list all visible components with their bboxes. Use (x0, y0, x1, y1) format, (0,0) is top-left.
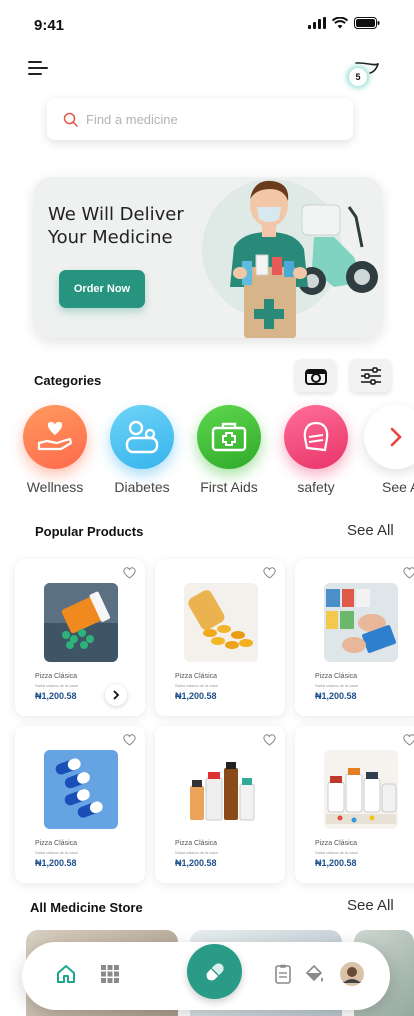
heart-icon[interactable] (263, 567, 276, 579)
product-name: Pizza Clásica (35, 840, 78, 847)
diabetes-icon (125, 420, 159, 454)
safety-mask-icon (303, 421, 329, 452)
status-time: 9:41 (34, 17, 65, 34)
delivery-illustration (202, 179, 378, 338)
product-name: Pizza Clásica (35, 673, 78, 680)
status-bar: 9:41 (0, 0, 414, 50)
product-card[interactable]: Pizza Clásica Salsa clásica de la casa ₦… (15, 559, 145, 716)
product-subtitle: Salsa clásica de la casa (175, 850, 218, 855)
popular-see-all-link[interactable]: See All (347, 522, 394, 539)
menu-icon[interactable] (28, 60, 52, 78)
category-label: Wellness (26, 479, 84, 495)
popular-products-title: Popular Products (35, 524, 144, 539)
product-price: ₦1,200.58 (175, 691, 217, 701)
product-subtitle: Salsa clásica de la casa (175, 683, 218, 688)
product-price: ₦1,200.58 (315, 858, 357, 868)
camera-icon (304, 368, 327, 385)
category-diabetes[interactable]: Diabetes (107, 405, 177, 495)
battery-icon (354, 17, 380, 29)
wifi-icon (332, 17, 348, 29)
all-medicine-store-title: All Medicine Store (30, 900, 143, 915)
product-subtitle: Salsa clásica de la casa (35, 850, 78, 855)
banner-title-line2: Your Medicine (48, 227, 173, 248)
camera-button[interactable] (295, 359, 336, 392)
product-subtitle: Salsa clásica de la casa (315, 850, 358, 855)
medicine-bottles-image (184, 750, 258, 829)
product-open-button[interactable] (105, 684, 127, 706)
category-label: safety (297, 479, 335, 495)
signal-icon (308, 17, 326, 29)
product-price: ₦1,200.58 (35, 691, 77, 701)
pill-bottle-image (44, 583, 118, 662)
chevron-right-icon (113, 690, 120, 700)
product-name: Pizza Clásica (315, 673, 358, 680)
search-input[interactable]: Find a medicine (86, 112, 178, 127)
category-label: Diabetes (114, 479, 170, 495)
pill-icon (205, 962, 224, 981)
heart-icon[interactable] (123, 567, 136, 579)
blue-capsules-image (44, 750, 118, 829)
heart-icon[interactable] (403, 734, 414, 746)
chevron-right-icon (390, 427, 402, 447)
search-bar[interactable]: Find a medicine (47, 98, 353, 140)
cart-count-badge: 5 (349, 68, 367, 86)
home-icon[interactable] (56, 964, 76, 984)
product-card[interactable]: Pizza Clásica Salsa clásica de la casa ₦… (295, 726, 414, 883)
product-price: ₦1,200.58 (175, 858, 217, 868)
heart-icon[interactable] (123, 734, 136, 746)
order-now-button[interactable]: Order Now (59, 270, 145, 308)
product-card[interactable]: Pizza Clásica Salsa clásica de la casa ₦… (155, 559, 285, 716)
status-icons (308, 17, 380, 29)
product-subtitle: Salsa clásica de la casa (315, 683, 358, 688)
product-card[interactable]: Pizza Clásica Salsa clásica de la casa ₦… (155, 726, 285, 883)
product-name: Pizza Clásica (315, 840, 358, 847)
category-safety[interactable]: safety (281, 405, 351, 495)
category-see-all[interactable]: See All (364, 405, 414, 495)
product-card[interactable]: Pizza Clásica Salsa clásica de la casa ₦… (295, 559, 414, 716)
categories-title: Categories (34, 373, 102, 388)
stores-see-all-link[interactable]: See All (347, 897, 394, 914)
promo-banner: We Will Deliver Your Medicine Order Now (34, 177, 382, 338)
fish-oil-capsules-image (184, 583, 258, 662)
product-subtitle: Salsa clásica de la casa (35, 683, 78, 688)
category-label: First Aids (200, 479, 258, 495)
home-screen: 9:41 5 Find a medicine We Will Deliver Y… (0, 0, 414, 1016)
product-price: ₦1,200.58 (35, 858, 77, 868)
sliders-icon (360, 366, 381, 385)
filter-button[interactable] (350, 359, 391, 392)
pharmacy-shelf-image (324, 583, 398, 662)
banner-title-line1: We Will Deliver (48, 204, 184, 225)
heart-icon[interactable] (403, 567, 414, 579)
hand-heart-icon (37, 421, 73, 451)
supplement-bottles-image (324, 750, 398, 829)
paint-bucket-icon[interactable] (304, 964, 324, 984)
search-icon (63, 112, 78, 127)
first-aid-kit-icon (211, 422, 247, 452)
document-icon[interactable] (274, 964, 292, 984)
grid-icon[interactable] (100, 964, 120, 984)
product-name: Pizza Clásica (175, 840, 218, 847)
product-name: Pizza Clásica (175, 673, 218, 680)
product-card[interactable]: Pizza Clásica Salsa clásica de la casa ₦… (15, 726, 145, 883)
category-label: See All (382, 479, 414, 495)
heart-icon[interactable] (263, 734, 276, 746)
category-wellness[interactable]: Wellness (20, 405, 90, 495)
pill-fab-button[interactable] (187, 944, 242, 999)
profile-avatar[interactable] (340, 962, 364, 986)
category-first-aids[interactable]: First Aids (194, 405, 264, 495)
product-price: ₦1,200.58 (315, 691, 357, 701)
